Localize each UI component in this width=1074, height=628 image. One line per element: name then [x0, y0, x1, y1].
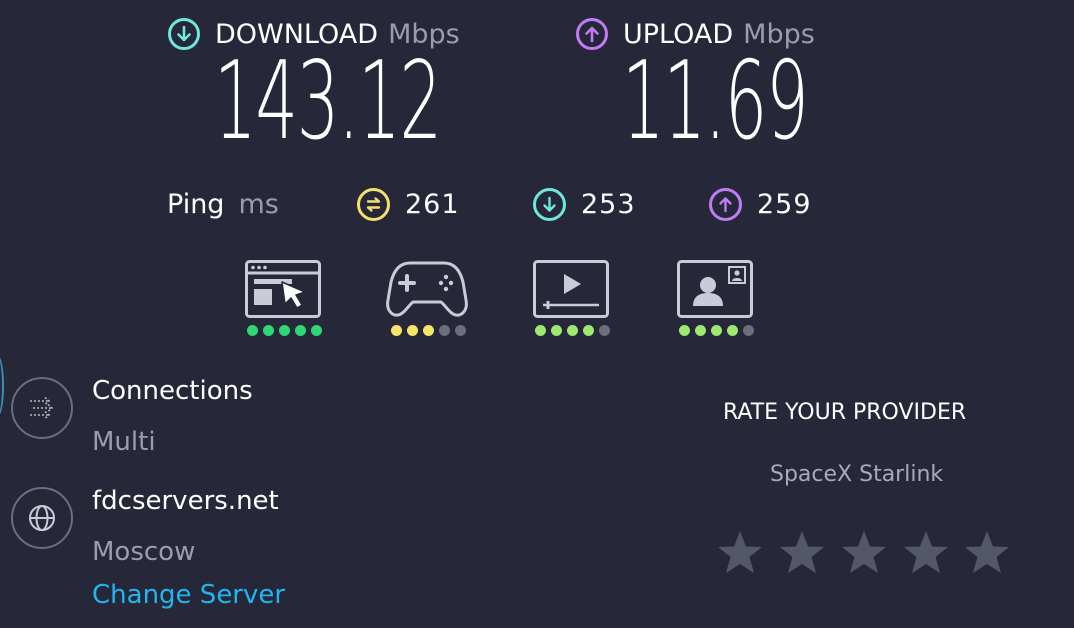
globe-icon	[11, 487, 73, 549]
rating-dot	[695, 325, 706, 336]
rating-dot	[551, 325, 562, 336]
ping-label: Ping	[167, 188, 225, 220]
rating-dot	[567, 325, 578, 336]
download-speed-value: 143.12	[214, 39, 442, 164]
download-arrow-icon	[168, 18, 200, 50]
rating-dot	[263, 325, 274, 336]
server-host: fdcservers.net	[92, 486, 279, 516]
change-server-link[interactable]: Change Server	[92, 580, 285, 610]
rating-dot	[311, 325, 322, 336]
ping-download: 253	[533, 184, 636, 224]
rating-dot	[535, 325, 546, 336]
server-location: Moscow	[92, 537, 196, 567]
rating-dot	[583, 325, 594, 336]
ping-upload-value: 259	[757, 188, 812, 220]
rating-dot	[743, 325, 754, 336]
upload-speed-value: 11.69	[622, 39, 809, 164]
star-icon[interactable]	[901, 528, 951, 578]
video-chat-rating	[679, 325, 754, 336]
ping-unit: ms	[238, 188, 279, 220]
star-icon[interactable]	[777, 528, 827, 578]
ping-upload-icon	[709, 187, 742, 221]
rating-dot	[439, 325, 450, 336]
video-chat-icon	[677, 260, 753, 318]
rating-dot	[455, 325, 466, 336]
connections-label: Connections	[92, 376, 253, 406]
rating-dot	[679, 325, 690, 336]
rating-dot	[599, 325, 610, 336]
video-play-icon	[533, 260, 609, 318]
side-arc-decoration	[0, 356, 4, 416]
ping-upload: 259	[709, 184, 812, 224]
rating-dot	[279, 325, 290, 336]
ping-download-value: 253	[581, 188, 636, 220]
video-streaming-rating	[535, 325, 610, 336]
rating-dot	[727, 325, 738, 336]
rating-dot	[247, 325, 258, 336]
ping-idle-value: 261	[405, 188, 460, 220]
rating-dot	[391, 325, 402, 336]
ping-idle-icon	[357, 187, 390, 221]
ping-idle: 261	[357, 184, 460, 224]
rating-dot	[407, 325, 418, 336]
rating-dot	[711, 325, 722, 336]
rating-dot	[423, 325, 434, 336]
rating-dot	[295, 325, 306, 336]
gaming-rating	[391, 325, 466, 336]
ping-download-icon	[533, 187, 566, 221]
rate-provider-heading: RATE YOUR PROVIDER	[723, 400, 967, 425]
star-icon[interactable]	[962, 528, 1012, 578]
connections-value: Multi	[92, 427, 156, 457]
gamepad-icon	[386, 260, 468, 318]
provider-name: SpaceX Starlink	[770, 462, 944, 487]
web-browsing-icon	[245, 260, 321, 318]
upload-arrow-icon	[576, 18, 608, 50]
web-browsing-rating	[247, 325, 322, 336]
connections-icon	[11, 377, 73, 439]
star-icon[interactable]	[839, 528, 889, 578]
star-icon[interactable]	[715, 528, 765, 578]
ping-label-group: Ping ms	[167, 184, 279, 224]
